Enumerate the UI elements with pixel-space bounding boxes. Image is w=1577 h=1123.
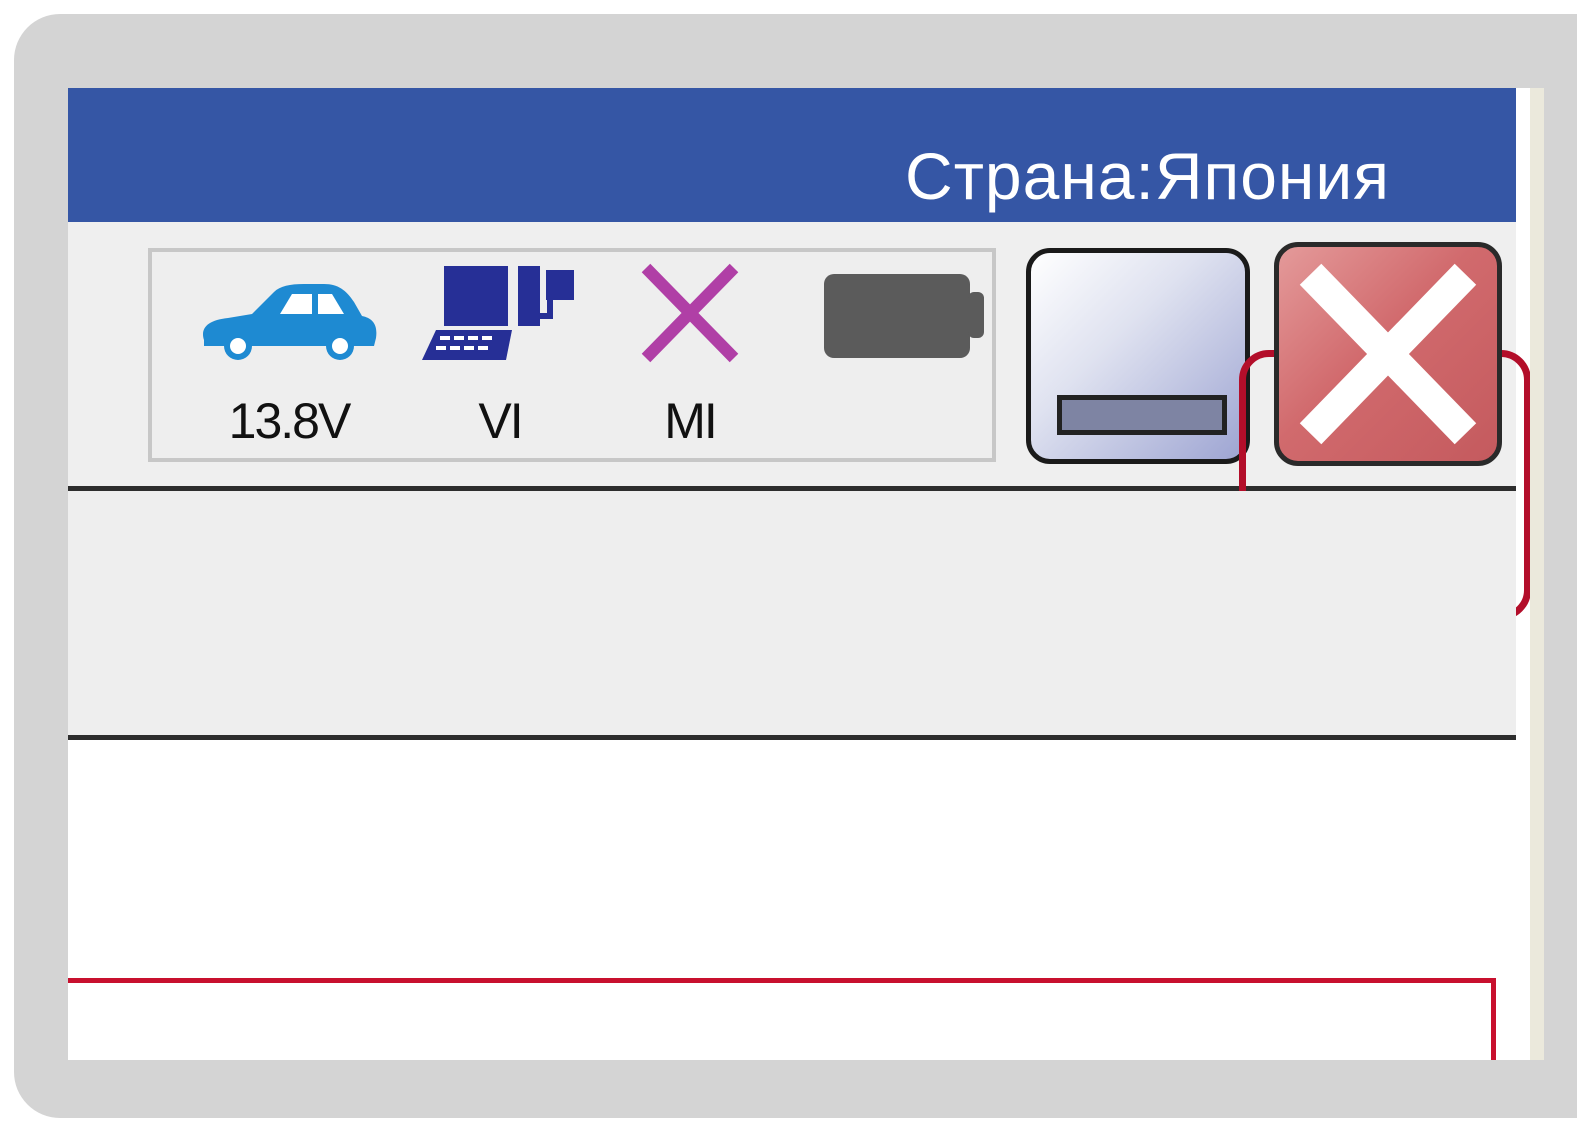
mi-status: MI — [620, 252, 760, 458]
vi-status: VI — [420, 252, 580, 458]
selection-frame — [68, 978, 1496, 1060]
country-indicator: Страна:Япония — [905, 138, 1390, 214]
content-area — [68, 740, 1516, 1060]
vehicle-voltage-status: 13.8V — [194, 252, 384, 458]
app-window: Страна:Япония 13.8V VI MI — [68, 88, 1544, 1060]
battery-icon — [824, 274, 984, 358]
info-area — [68, 491, 1516, 740]
mi-label: MI — [664, 393, 718, 449]
toolbar: 13.8V VI MI — [68, 222, 1530, 620]
voltage-label: 13.8V — [228, 393, 352, 449]
country-label: Страна: — [905, 139, 1155, 213]
minimize-icon — [1057, 395, 1227, 435]
battery-status — [820, 252, 990, 458]
status-panel: 13.8V VI MI — [148, 248, 996, 462]
country-value: Япония — [1154, 139, 1390, 213]
car-icon — [203, 284, 377, 360]
close-icon — [1299, 263, 1477, 445]
minimize-button[interactable] — [1026, 248, 1250, 464]
x-mark-icon — [641, 263, 739, 363]
computer-icon — [422, 266, 574, 360]
vi-label: VI — [478, 393, 523, 449]
title-bar: Страна:Япония — [68, 88, 1516, 222]
close-button[interactable] — [1274, 242, 1502, 466]
